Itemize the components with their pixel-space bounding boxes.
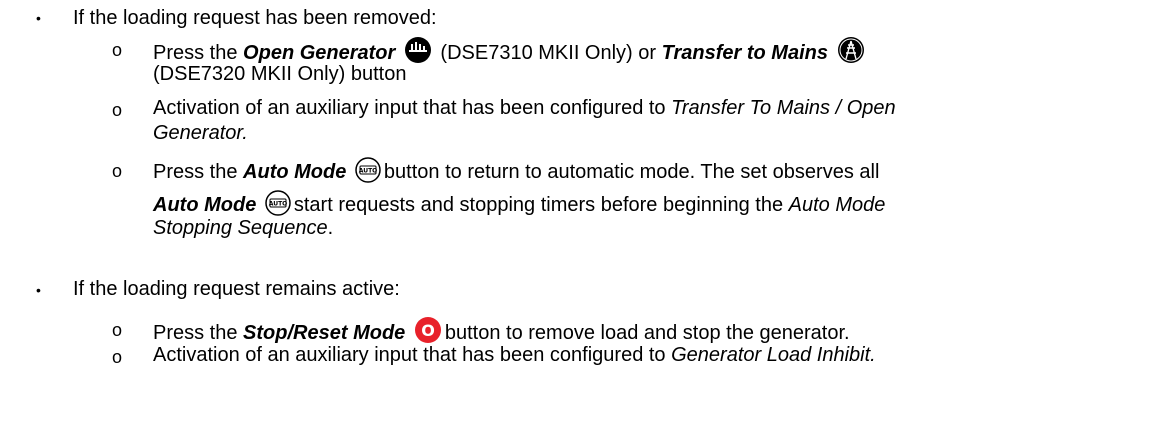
sub-bullet: o: [112, 40, 123, 60]
sub-bullet: o: [112, 161, 123, 181]
list-item-text: Activation of an auxiliary input that ha…: [153, 97, 896, 119]
sub-bullet: o: [112, 347, 123, 367]
list-item-text: Generator.: [153, 122, 248, 144]
svg-text:AUTO: AUTO: [269, 201, 288, 208]
auto-mode-icon: AUTO: [355, 157, 381, 189]
list-item-text: Press the Auto Mode AUTO button to retur…: [153, 157, 879, 189]
svg-text:AUTO: AUTO: [359, 168, 378, 175]
list-item-text: Activation of an auxiliary input that ha…: [153, 344, 876, 366]
list-item-text: (DSE7320 MKII Only) button: [153, 63, 407, 85]
list-item-heading: If the loading request has been removed:: [73, 7, 437, 29]
sub-bullet: o: [112, 100, 123, 120]
transfer-to-mains-icon: [837, 36, 865, 70]
bullet: •: [36, 282, 41, 298]
svg-text:O: O: [421, 321, 435, 340]
bullet: •: [36, 10, 41, 26]
open-generator-icon: [404, 36, 432, 70]
list-item-heading: If the loading request remains active:: [73, 278, 400, 300]
list-item-text: Stopping Sequence.: [153, 217, 334, 239]
sub-bullet: o: [112, 320, 123, 340]
